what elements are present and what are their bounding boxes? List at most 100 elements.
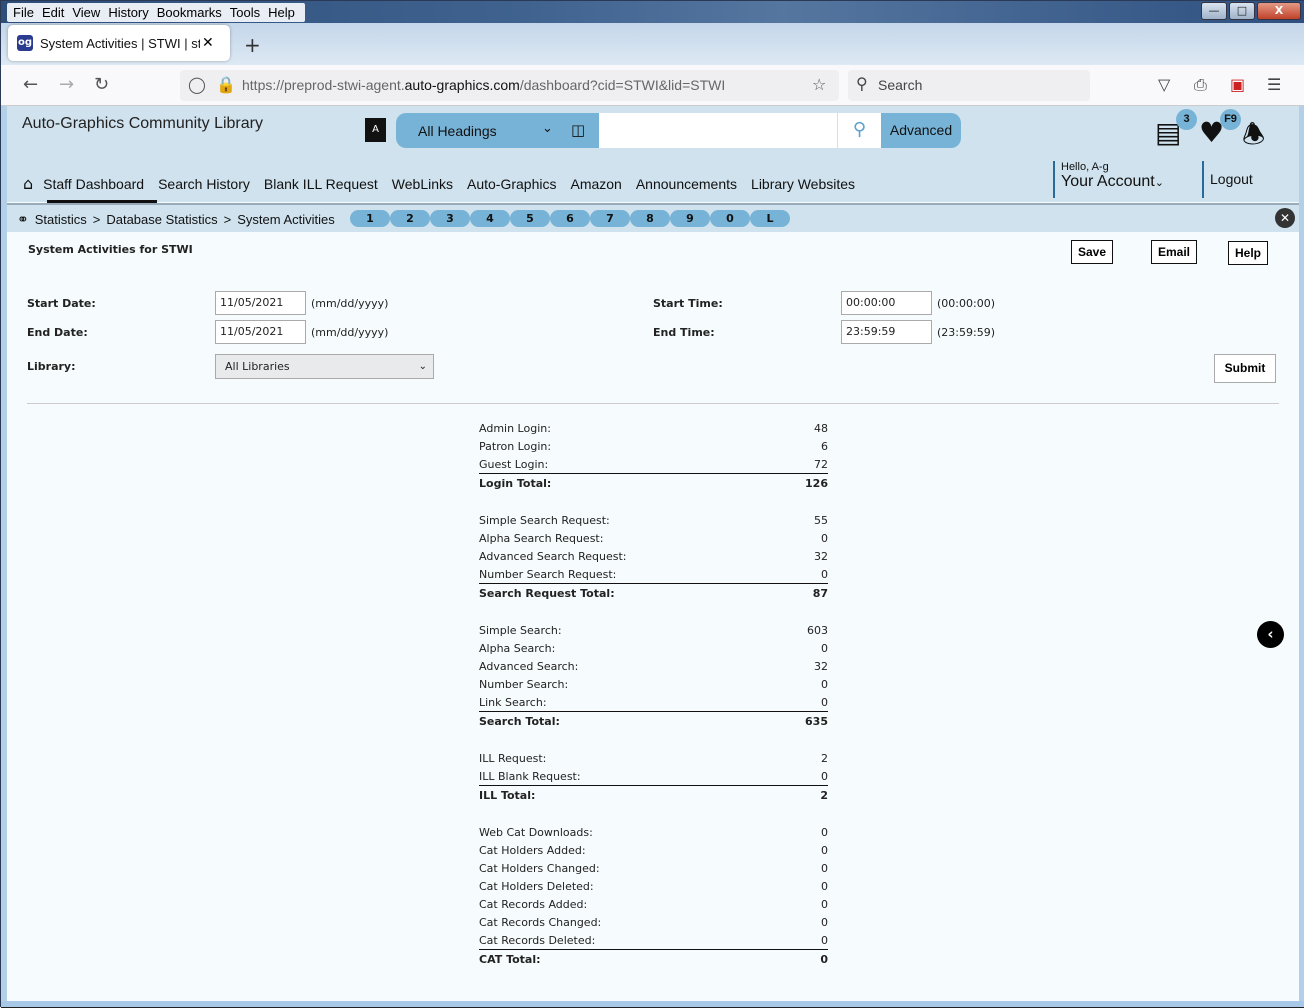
search-button[interactable]: ⚲	[837, 113, 881, 148]
shield-icon[interactable]: ◯	[188, 75, 206, 94]
quick-key-1[interactable]: 1	[350, 210, 390, 227]
stat-row: Cat Holders Added: 0	[479, 842, 828, 860]
end-time-hint: (23:59:59)	[937, 326, 995, 339]
stat-label: Alpha Search Request:	[479, 532, 604, 545]
lock-icon[interactable]: 🔒	[216, 75, 236, 94]
stat-total-value: 2	[820, 789, 828, 802]
quick-key-7[interactable]: 7	[590, 210, 630, 227]
forward-icon[interactable]: →	[59, 74, 74, 95]
menu-history[interactable]: History	[106, 3, 154, 22]
advanced-search-button[interactable]: Advanced	[881, 113, 961, 148]
email-button[interactable]: Email	[1151, 240, 1198, 264]
stat-total-label: Search Request Total:	[479, 587, 615, 600]
breadcrumb-database-statistics[interactable]: Database Statistics	[106, 212, 217, 227]
stat-label: Link Search:	[479, 696, 547, 709]
nav-amazon[interactable]: Amazon	[570, 176, 621, 192]
browser-tab-active[interactable]: og System Activities | STWI | stwi | Aut…	[8, 25, 230, 61]
nav-announcements[interactable]: Announcements	[636, 176, 737, 192]
url-bar[interactable]: ◯ 🔒 https://preprod-stwi-agent.auto-grap…	[180, 70, 839, 101]
back-icon[interactable]: ←	[23, 74, 38, 95]
end-date-hint: (mm/dd/yyyy)	[311, 326, 389, 339]
quick-key-4[interactable]: 4	[470, 210, 510, 227]
quick-key-l[interactable]: L	[750, 210, 790, 227]
stat-label: Cat Holders Added:	[479, 844, 586, 857]
favicon-icon: og	[17, 35, 33, 51]
stat-value: 0	[821, 532, 828, 545]
database-icon[interactable]: ◫	[571, 121, 585, 139]
divider	[27, 403, 1279, 404]
tab-close-icon[interactable]: ✕	[202, 35, 214, 51]
account-menu[interactable]: Hello, A-g Your Account⌄	[1053, 161, 1164, 198]
quick-key-8[interactable]: 8	[630, 210, 670, 227]
stat-label: Number Search Request:	[479, 568, 617, 581]
hamburger-menu-icon[interactable]: ☰	[1267, 75, 1281, 94]
library-label: Library:	[27, 360, 76, 373]
menu-bar: File Edit View History Bookmarks Tools H…	[7, 3, 305, 22]
language-translate-icon[interactable]: A	[365, 118, 386, 142]
menu-view[interactable]: View	[70, 3, 106, 22]
heading-select[interactable]: All Headings	[418, 123, 497, 139]
menu-file[interactable]: File	[11, 3, 40, 22]
menu-bookmarks[interactable]: Bookmarks	[155, 3, 228, 22]
stat-total-row: ILL Total: 2	[479, 786, 828, 805]
submit-button[interactable]: Submit	[1214, 354, 1276, 383]
stat-total-label: Login Total:	[479, 477, 552, 490]
stat-row: Cat Records Added: 0	[479, 896, 828, 914]
stat-total-row: CAT Total: 0	[479, 950, 828, 969]
breadcrumb-statistics[interactable]: Statistics	[35, 212, 87, 227]
tab-strip: og System Activities | STWI | stwi | Aut…	[1, 23, 1304, 65]
quick-key-9[interactable]: 9	[670, 210, 710, 227]
menu-help[interactable]: Help	[266, 3, 301, 22]
title-bar: File Edit View History Bookmarks Tools H…	[1, 1, 1304, 23]
print-icon[interactable]: ⎙	[1194, 75, 1207, 95]
nav-weblinks[interactable]: WebLinks	[392, 176, 453, 192]
stat-label: Guest Login:	[479, 458, 549, 471]
chevron-left-icon[interactable]: ‹	[1257, 621, 1284, 648]
nav-auto-graphics[interactable]: Auto-Graphics	[467, 176, 556, 192]
stat-row: Guest Login: 72	[479, 456, 828, 474]
home-icon[interactable]: ⌂	[23, 174, 33, 193]
chevron-down-icon[interactable]: ⌄	[542, 121, 553, 136]
list-count-badge: 3	[1176, 109, 1197, 130]
stat-row: Advanced Search Request: 32	[479, 548, 828, 566]
bookmark-star-icon[interactable]: ☆	[812, 75, 826, 94]
extension-icon[interactable]: ▣	[1230, 75, 1245, 94]
minimize-button[interactable]: —	[1201, 2, 1227, 20]
nav-staff-dashboard[interactable]: Staff Dashboard	[43, 176, 144, 192]
quick-key-2[interactable]: 2	[390, 210, 430, 227]
quick-key-3[interactable]: 3	[430, 210, 470, 227]
stat-value: 48	[814, 422, 828, 435]
quick-key-0[interactable]: 0	[710, 210, 750, 227]
menu-edit[interactable]: Edit	[40, 3, 70, 22]
quick-key-6[interactable]: 6	[550, 210, 590, 227]
logout-link[interactable]: Logout	[1202, 161, 1253, 198]
stat-value: 6	[821, 440, 828, 453]
menu-tools[interactable]: Tools	[228, 3, 266, 22]
help-button[interactable]: Help	[1228, 241, 1269, 265]
end-time-input[interactable]: 23:59:59	[841, 320, 932, 344]
new-tab-button[interactable]: +	[244, 33, 261, 57]
stat-row: Admin Login: 48	[479, 420, 828, 438]
nav-search-history[interactable]: Search History	[158, 176, 250, 192]
nav-library-websites[interactable]: Library Websites	[751, 176, 855, 192]
window-close-button[interactable]: X	[1257, 2, 1301, 20]
start-time-input[interactable]: 00:00:00	[841, 291, 932, 315]
quick-key-pills: 1 2 3 4 5 6 7 8 9 0 L	[350, 210, 790, 227]
maximize-button[interactable]: □	[1229, 2, 1255, 20]
app-header: Auto-Graphics Community Library A All He…	[7, 106, 1299, 203]
start-time-label: Start Time:	[653, 297, 723, 310]
reload-icon[interactable]: ↻	[94, 74, 109, 95]
browser-search-input[interactable]: ⚲ Search	[848, 70, 1090, 101]
close-icon[interactable]: ✕	[1275, 208, 1295, 228]
quick-key-5[interactable]: 5	[510, 210, 550, 227]
your-account-link[interactable]: Your Account⌄	[1061, 173, 1164, 191]
library-select[interactable]: All Libraries ⌄	[215, 354, 434, 379]
nav-blank-ill-request[interactable]: Blank ILL Request	[264, 176, 378, 192]
bell-notifications-icon[interactable]: 🕭	[1242, 116, 1265, 160]
stat-total-row: Search Request Total: 87	[479, 584, 828, 603]
start-date-input[interactable]: 11/05/2021	[215, 291, 306, 315]
save-button[interactable]: Save	[1071, 240, 1114, 264]
end-date-input[interactable]: 11/05/2021	[215, 320, 306, 344]
pocket-icon[interactable]: ▽	[1158, 75, 1170, 94]
